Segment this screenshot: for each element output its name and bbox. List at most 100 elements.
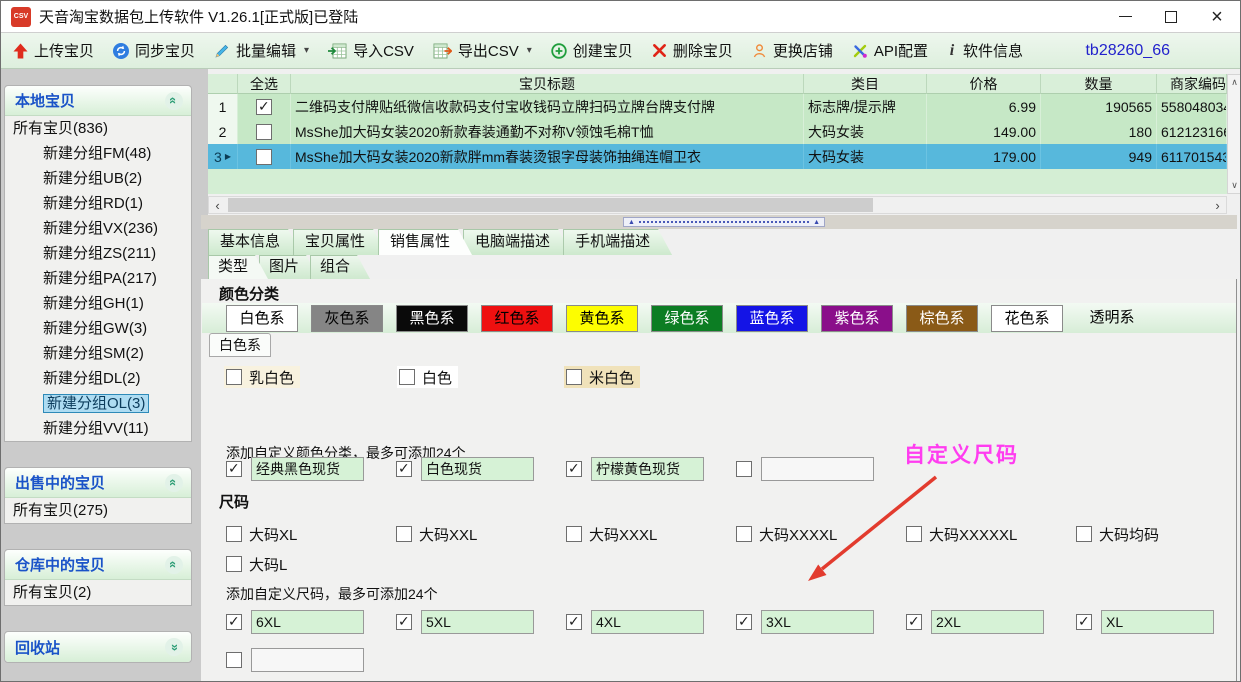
tab-basic-info[interactable]: 基本信息 xyxy=(208,229,302,255)
checkbox[interactable] xyxy=(226,369,242,385)
custom-size-input[interactable]: 5XL xyxy=(421,610,534,634)
custom-size-input[interactable]: 3XL xyxy=(761,610,874,634)
col-title[interactable]: 宝贝标题 xyxy=(291,74,804,94)
custom-size-input[interactable]: 6XL xyxy=(251,610,364,634)
table-row-selected[interactable]: 3 MsShe加大码女装2020新款胖mm春装烫银字母装饰抽绳连帽卫衣 大码女装… xyxy=(208,144,1227,169)
sidebar-item-group[interactable]: 新建分组GW(3) xyxy=(5,316,191,341)
tab-item-attrs[interactable]: 宝贝属性 xyxy=(293,229,387,255)
sidebar-item-group-selected[interactable]: 新建分组OL(3) xyxy=(5,391,191,416)
sidebar-item-group[interactable]: 新建分组RD(1) xyxy=(5,191,191,216)
minimize-button[interactable] xyxy=(1102,1,1148,32)
color-family-black[interactable]: 黑色系 xyxy=(396,305,468,332)
color-option-beige-white[interactable]: 米白色 xyxy=(564,366,640,388)
color-family-red[interactable]: 红色系 xyxy=(481,305,553,332)
custom-size-input[interactable]: 2XL xyxy=(931,610,1044,634)
checkbox[interactable] xyxy=(566,461,582,477)
color-family-brown[interactable]: 棕色系 xyxy=(906,305,978,332)
col-code[interactable]: 商家编码 xyxy=(1157,74,1227,94)
sync-item-button[interactable]: 同步宝贝 xyxy=(113,40,195,61)
row-checkbox[interactable] xyxy=(256,99,272,115)
panel-header-selling[interactable]: 出售中的宝贝 xyxy=(5,468,191,498)
subtab-images[interactable]: 图片 xyxy=(259,255,319,279)
tab-pc-description[interactable]: 电脑端描述 xyxy=(463,229,572,255)
collapse-up-icon[interactable] xyxy=(165,92,183,110)
checkbox[interactable] xyxy=(226,652,242,668)
checkbox[interactable] xyxy=(566,614,582,630)
custom-size-input[interactable]: XL xyxy=(1101,610,1214,634)
sidebar-item-group[interactable]: 新建分组SM(2) xyxy=(5,341,191,366)
color-family-gray[interactable]: 灰色系 xyxy=(311,305,383,332)
sidebar-item-group[interactable]: 新建分组ZS(211) xyxy=(5,241,191,266)
custom-color-input[interactable]: 经典黑色现货 xyxy=(251,457,364,481)
color-option-milky-white[interactable]: 乳白色 xyxy=(224,366,300,388)
color-family-blue[interactable]: 蓝色系 xyxy=(736,305,808,332)
col-price[interactable]: 价格 xyxy=(927,74,1041,94)
size-option[interactable]: 大码L xyxy=(226,554,287,574)
export-csv-button[interactable]: 导出CSV ▾ xyxy=(433,40,532,61)
sidebar-item-group[interactable]: 新建分组PA(217) xyxy=(5,266,191,291)
custom-color-input[interactable]: 柠檬黄色现货 xyxy=(591,457,704,481)
checkbox[interactable] xyxy=(1076,526,1092,542)
color-family-transparent[interactable]: 透明系 xyxy=(1076,305,1148,332)
sidebar-item-group[interactable]: 新建分组DL(2) xyxy=(5,366,191,391)
color-family-green[interactable]: 绿色系 xyxy=(651,305,723,332)
api-config-button[interactable]: API配置 xyxy=(852,40,928,61)
checkbox[interactable] xyxy=(736,614,752,630)
active-color-family-tab[interactable]: 白色系 xyxy=(209,333,271,357)
sidebar-item-all-warehouse[interactable]: 所有宝贝(2) xyxy=(5,580,191,605)
custom-size-input[interactable]: 4XL xyxy=(591,610,704,634)
table-row[interactable]: 2 MsShe加大码女装2020新款春装通勤不对称V领蚀毛棉T恤 大码女装 14… xyxy=(208,119,1227,144)
tab-mobile-description[interactable]: 手机端描述 xyxy=(563,229,672,255)
table-horizontal-scrollbar[interactable]: ‹ › xyxy=(208,196,1227,214)
table-row[interactable]: 1 二维码支付牌贴纸微信收款码支付宝收钱码立牌扫码立牌台牌支付牌 标志牌/提示牌… xyxy=(208,94,1227,119)
scroll-down-icon[interactable]: ∨ xyxy=(1228,178,1241,193)
sidebar-item-all-local[interactable]: 所有宝贝(836) xyxy=(5,116,191,141)
checkbox[interactable] xyxy=(226,461,242,477)
custom-color-input[interactable]: 白色现货 xyxy=(421,457,534,481)
size-option[interactable]: 大码XXXL xyxy=(566,524,657,544)
close-button[interactable]: × xyxy=(1194,1,1240,32)
checkbox[interactable] xyxy=(736,461,752,477)
panel-header-recycle[interactable]: 回收站 xyxy=(5,632,191,662)
sidebar-item-group[interactable]: 新建分组FM(48) xyxy=(5,141,191,166)
sidebar-item-group[interactable]: 新建分组UB(2) xyxy=(5,166,191,191)
size-option[interactable]: 大码均码 xyxy=(1076,524,1159,544)
row-checkbox[interactable] xyxy=(256,124,272,140)
panel-header-local[interactable]: 本地宝贝 xyxy=(5,86,191,116)
tab-sales-attrs[interactable]: 销售属性 xyxy=(378,229,472,255)
import-csv-button[interactable]: 导入CSV xyxy=(328,40,414,61)
checkbox[interactable] xyxy=(396,461,412,477)
color-family-white[interactable]: 白色系 xyxy=(226,305,298,332)
sidebar-item-group[interactable]: 新建分组VV(11) xyxy=(5,416,191,441)
panel-header-warehouse[interactable]: 仓库中的宝贝 xyxy=(5,550,191,580)
color-option-white[interactable]: 白色 xyxy=(397,366,458,388)
custom-size-input[interactable] xyxy=(251,648,364,672)
subtab-combo[interactable]: 组合 xyxy=(310,255,370,279)
scrollbar-thumb[interactable] xyxy=(228,198,873,212)
checkbox[interactable] xyxy=(399,369,415,385)
checkbox[interactable] xyxy=(566,526,582,542)
maximize-button[interactable] xyxy=(1148,1,1194,32)
batch-edit-button[interactable]: 批量编辑 ▾ xyxy=(214,40,309,61)
switch-shop-button[interactable]: 更换店铺 xyxy=(752,40,833,61)
delete-item-button[interactable]: 删除宝贝 xyxy=(652,40,733,61)
row-checkbox[interactable] xyxy=(256,149,272,165)
account-name[interactable]: tb28260_66 xyxy=(1085,42,1170,60)
upload-item-button[interactable]: 上传宝贝 xyxy=(13,40,94,61)
sidebar-item-all-selling[interactable]: 所有宝贝(275) xyxy=(5,498,191,523)
col-qty[interactable]: 数量 xyxy=(1041,74,1157,94)
sidebar-item-group[interactable]: 新建分组GH(1) xyxy=(5,291,191,316)
subtab-type[interactable]: 类型 xyxy=(208,255,268,279)
size-option[interactable]: 大码XL xyxy=(226,524,297,544)
create-item-button[interactable]: 创建宝贝 xyxy=(551,40,633,61)
checkbox[interactable] xyxy=(226,526,242,542)
checkbox[interactable] xyxy=(396,614,412,630)
sidebar-item-group[interactable]: 新建分组VX(236) xyxy=(5,216,191,241)
checkbox[interactable] xyxy=(396,526,412,542)
splitter-handle[interactable]: ▲ ▲ xyxy=(623,217,825,227)
checkbox[interactable] xyxy=(226,614,242,630)
scroll-left-icon[interactable]: ‹ xyxy=(209,197,226,213)
color-family-floral[interactable]: 花色系 xyxy=(991,305,1063,332)
color-family-yellow[interactable]: 黄色系 xyxy=(566,305,638,332)
scroll-right-icon[interactable]: › xyxy=(1209,197,1226,213)
